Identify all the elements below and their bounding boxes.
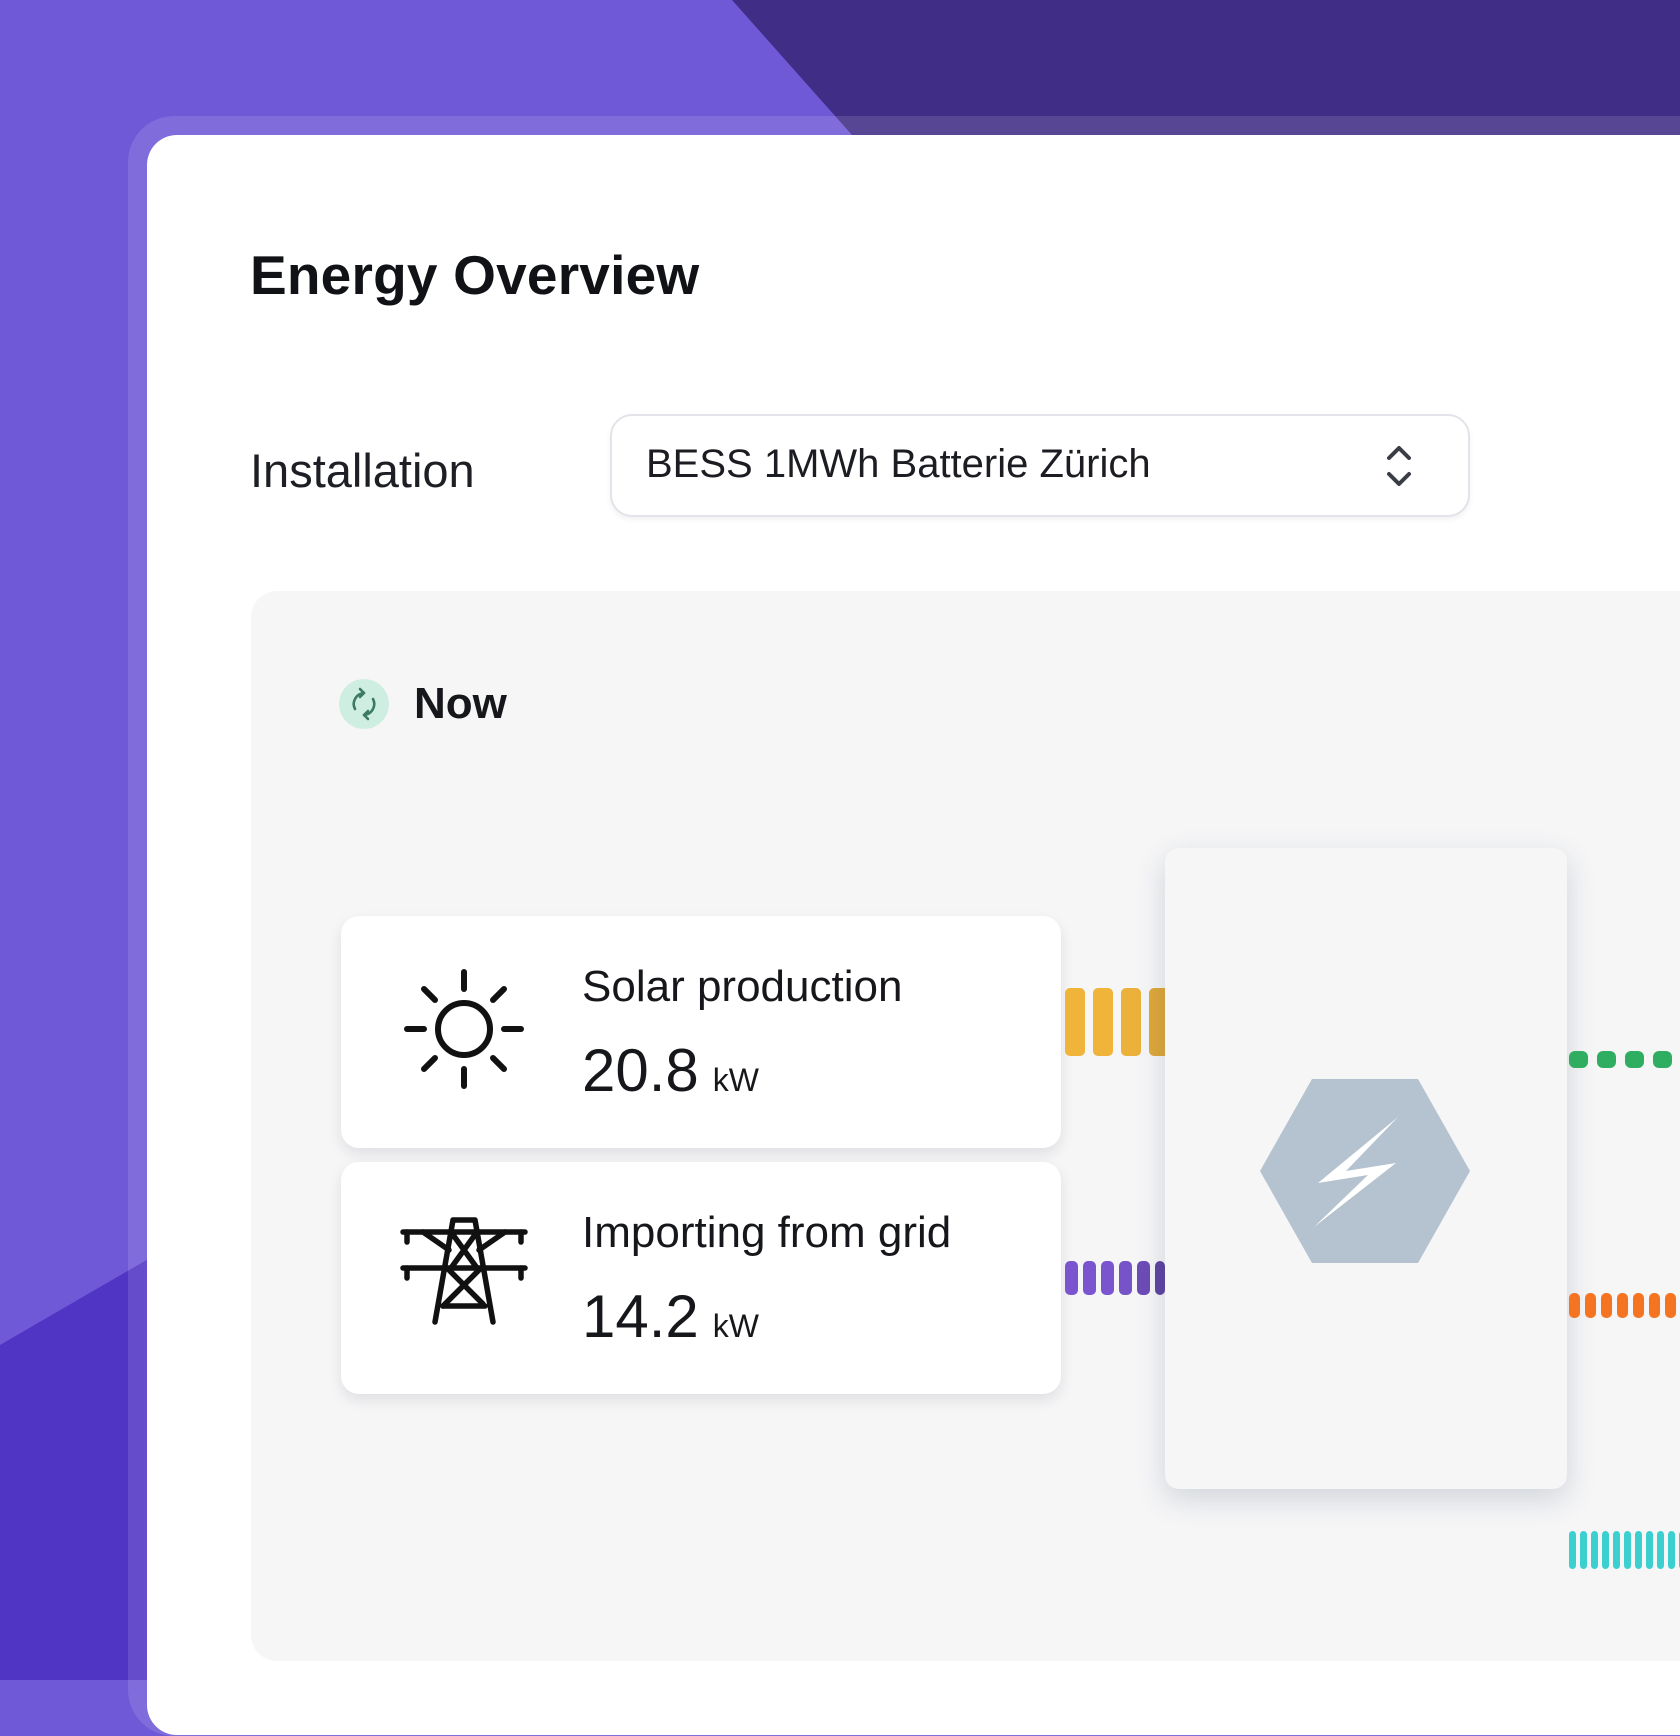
chevron-up-down-icon [1387,446,1411,486]
grid-flow-connector [1065,1261,1165,1295]
energy-flow-panel: Now Solar production 20.8 kW Importing f… [251,591,1680,1661]
page-title: Energy Overview [250,244,700,306]
installation-select-value: BESS 1MWh Batterie Zürich [646,442,1151,486]
solar-production-label: Solar production [582,962,903,1011]
solar-production-value: 20.8 kW [582,1037,759,1104]
installation-select[interactable]: BESS 1MWh Batterie Zürich [610,414,1470,517]
grid-import-label: Importing from grid [582,1208,952,1257]
grid-import-unit: kW [712,1308,759,1344]
grid-import-card[interactable]: Importing from grid 14.2 kW [341,1162,1061,1394]
output-flow-connector-3 [1569,1531,1680,1569]
output-flow-connector-1 [1569,1051,1680,1068]
sun-icon [404,969,524,1089]
lightning-hexagon-icon [1260,1079,1470,1263]
grid-import-value: 14.2 kW [582,1283,759,1350]
solar-production-unit: kW [712,1062,759,1098]
energy-hub-node[interactable] [1165,848,1567,1489]
output-flow-connector-2 [1569,1293,1680,1318]
app-window: Energy Overview Installation BESS 1MWh B… [147,135,1680,1735]
solar-production-card[interactable]: Solar production 20.8 kW [341,916,1061,1148]
power-tower-icon [400,1217,528,1325]
now-label: Now [414,679,507,728]
refresh-icon[interactable] [339,679,389,729]
installation-label: Installation [250,444,475,497]
